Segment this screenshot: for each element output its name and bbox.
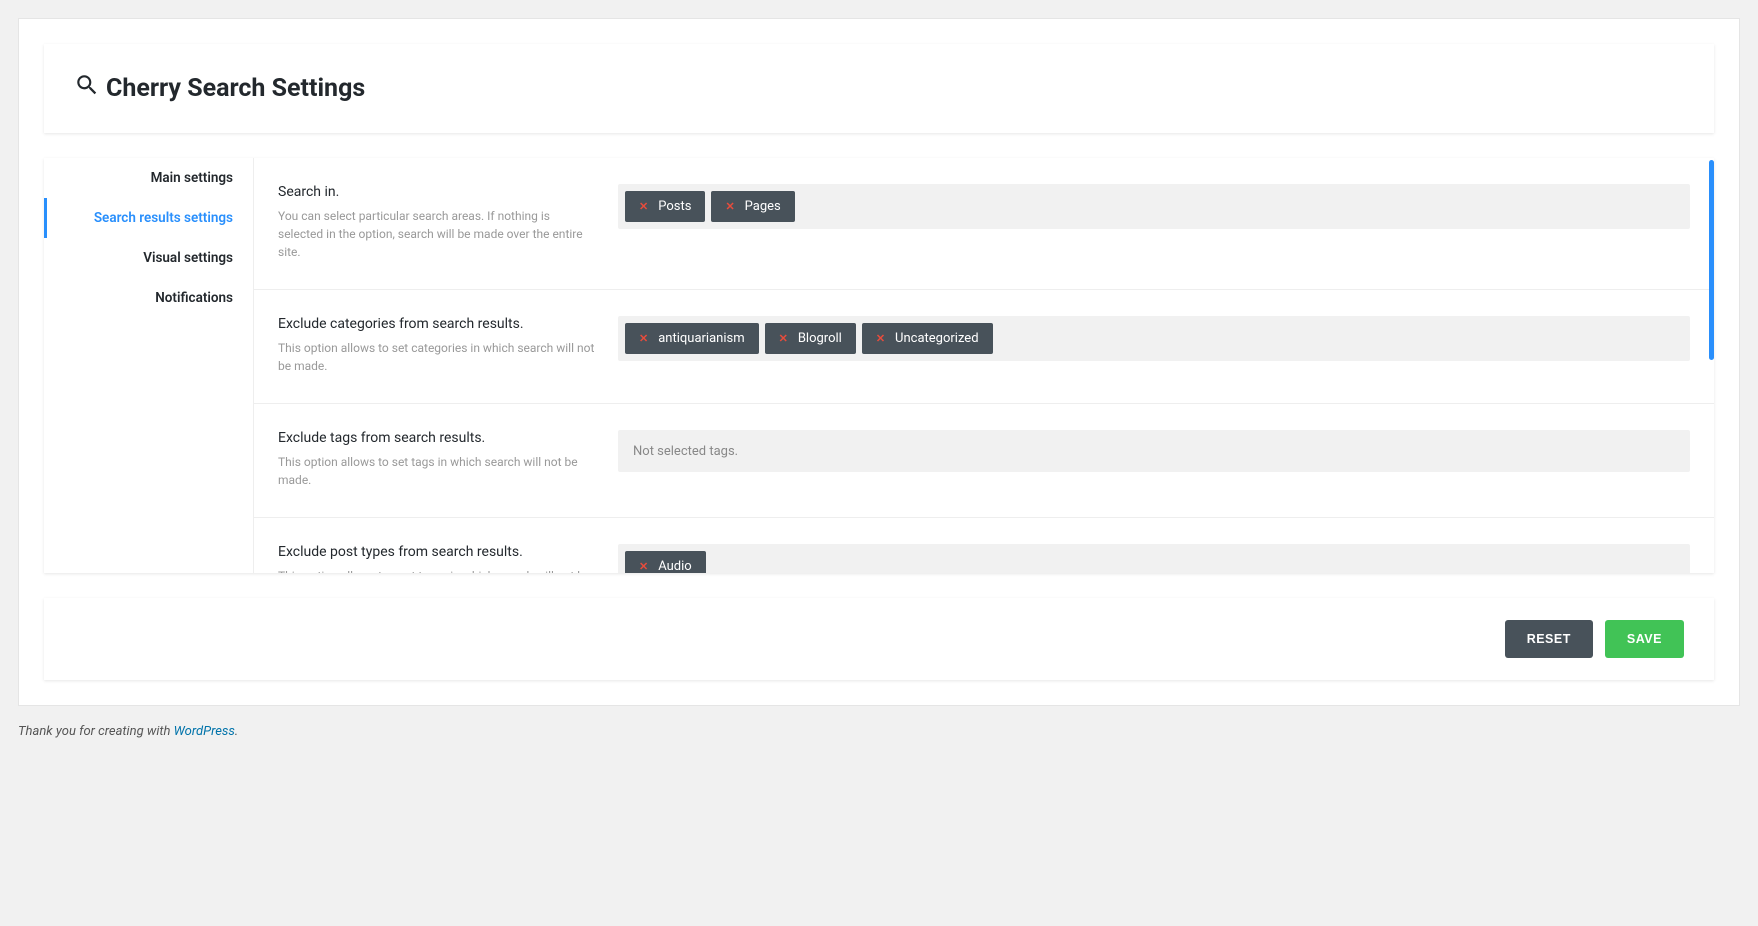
tab-label: Search results settings bbox=[94, 210, 233, 226]
setting-description: This option allows to set categories in … bbox=[278, 339, 598, 375]
tag-pill-pages: ✕ Pages bbox=[711, 191, 794, 222]
search-icon bbox=[74, 72, 100, 105]
setting-label: Exclude post types from search results. bbox=[278, 544, 598, 560]
footer-suffix: . bbox=[235, 724, 238, 739]
setting-label: Exclude categories from search results. bbox=[278, 316, 598, 332]
empty-placeholder: Not selected tags. bbox=[625, 438, 746, 465]
setting-description: This option allows to post types in whic… bbox=[278, 567, 598, 573]
settings-container: Cherry Search Settings Main settings Sea… bbox=[18, 18, 1740, 706]
footer-note: Thank you for creating with WordPress. bbox=[18, 706, 1740, 749]
tab-visual-settings[interactable]: Visual settings bbox=[44, 238, 253, 278]
footer-prefix: Thank you for creating with bbox=[18, 724, 174, 739]
scrollbar[interactable] bbox=[1709, 160, 1714, 360]
setting-description: You can select particular search areas. … bbox=[278, 207, 598, 261]
tab-label: Notifications bbox=[155, 290, 233, 306]
tag-text: Posts bbox=[658, 199, 691, 214]
settings-body: Main settings Search results settings Vi… bbox=[44, 158, 1714, 573]
page-title-text: Cherry Search Settings bbox=[106, 74, 365, 103]
wordpress-link[interactable]: WordPress bbox=[174, 724, 235, 739]
tag-selector-exclude-tags[interactable]: Not selected tags. bbox=[618, 430, 1690, 472]
tag-selector-exclude-categories[interactable]: ✕ antiquarianism ✕ Blogroll ✕ Uncategori… bbox=[618, 316, 1690, 361]
setting-row-search-in: Search in. You can select particular sea… bbox=[254, 158, 1714, 290]
page-title: Cherry Search Settings bbox=[74, 72, 1684, 105]
tag-pill-posts: ✕ Posts bbox=[625, 191, 705, 222]
setting-label-column: Exclude tags from search results. This o… bbox=[278, 430, 598, 489]
setting-control-column: Not selected tags. bbox=[618, 430, 1690, 489]
setting-control-column: ✕ Audio bbox=[618, 544, 1690, 573]
setting-row-exclude-post-types: Exclude post types from search results. … bbox=[254, 518, 1714, 573]
setting-row-exclude-categories: Exclude categories from search results. … bbox=[254, 290, 1714, 404]
save-button[interactable]: SAVE bbox=[1605, 620, 1684, 658]
setting-row-exclude-tags: Exclude tags from search results. This o… bbox=[254, 404, 1714, 518]
tag-text: Audio bbox=[658, 559, 691, 573]
tag-text: Pages bbox=[745, 199, 781, 214]
setting-label: Search in. bbox=[278, 184, 598, 200]
tag-pill-blogroll: ✕ Blogroll bbox=[765, 323, 856, 354]
actions-card: RESET SAVE bbox=[44, 598, 1714, 680]
setting-control-column: ✕ Posts ✕ Pages bbox=[618, 184, 1690, 261]
setting-description: This option allows to set tags in which … bbox=[278, 453, 598, 489]
remove-icon[interactable]: ✕ bbox=[639, 561, 648, 572]
setting-label-column: Exclude categories from search results. … bbox=[278, 316, 598, 375]
remove-icon[interactable]: ✕ bbox=[639, 333, 648, 344]
header-card: Cherry Search Settings bbox=[44, 44, 1714, 133]
tag-text: Uncategorized bbox=[895, 331, 978, 346]
remove-icon[interactable]: ✕ bbox=[639, 201, 648, 212]
content-area: Search in. You can select particular sea… bbox=[254, 158, 1714, 573]
tag-selector-exclude-post-types[interactable]: ✕ Audio bbox=[618, 544, 1690, 573]
tag-pill-audio: ✕ Audio bbox=[625, 551, 706, 573]
tab-search-results-settings[interactable]: Search results settings bbox=[44, 198, 253, 238]
setting-label-column: Search in. You can select particular sea… bbox=[278, 184, 598, 261]
setting-label: Exclude tags from search results. bbox=[278, 430, 598, 446]
tag-text: antiquarianism bbox=[658, 331, 744, 346]
tag-selector-search-in[interactable]: ✕ Posts ✕ Pages bbox=[618, 184, 1690, 229]
tab-label: Visual settings bbox=[143, 250, 233, 266]
tab-main-settings[interactable]: Main settings bbox=[44, 158, 253, 198]
tabs-sidebar: Main settings Search results settings Vi… bbox=[44, 158, 254, 573]
reset-button[interactable]: RESET bbox=[1505, 620, 1593, 658]
tag-text: Blogroll bbox=[798, 331, 842, 346]
setting-label-column: Exclude post types from search results. … bbox=[278, 544, 598, 573]
remove-icon[interactable]: ✕ bbox=[876, 333, 885, 344]
remove-icon[interactable]: ✕ bbox=[779, 333, 788, 344]
tag-pill-antiquarianism: ✕ antiquarianism bbox=[625, 323, 759, 354]
tag-pill-uncategorized: ✕ Uncategorized bbox=[862, 323, 993, 354]
tab-label: Main settings bbox=[151, 170, 233, 186]
tab-notifications[interactable]: Notifications bbox=[44, 278, 253, 318]
setting-control-column: ✕ antiquarianism ✕ Blogroll ✕ Uncategori… bbox=[618, 316, 1690, 375]
remove-icon[interactable]: ✕ bbox=[725, 201, 734, 212]
